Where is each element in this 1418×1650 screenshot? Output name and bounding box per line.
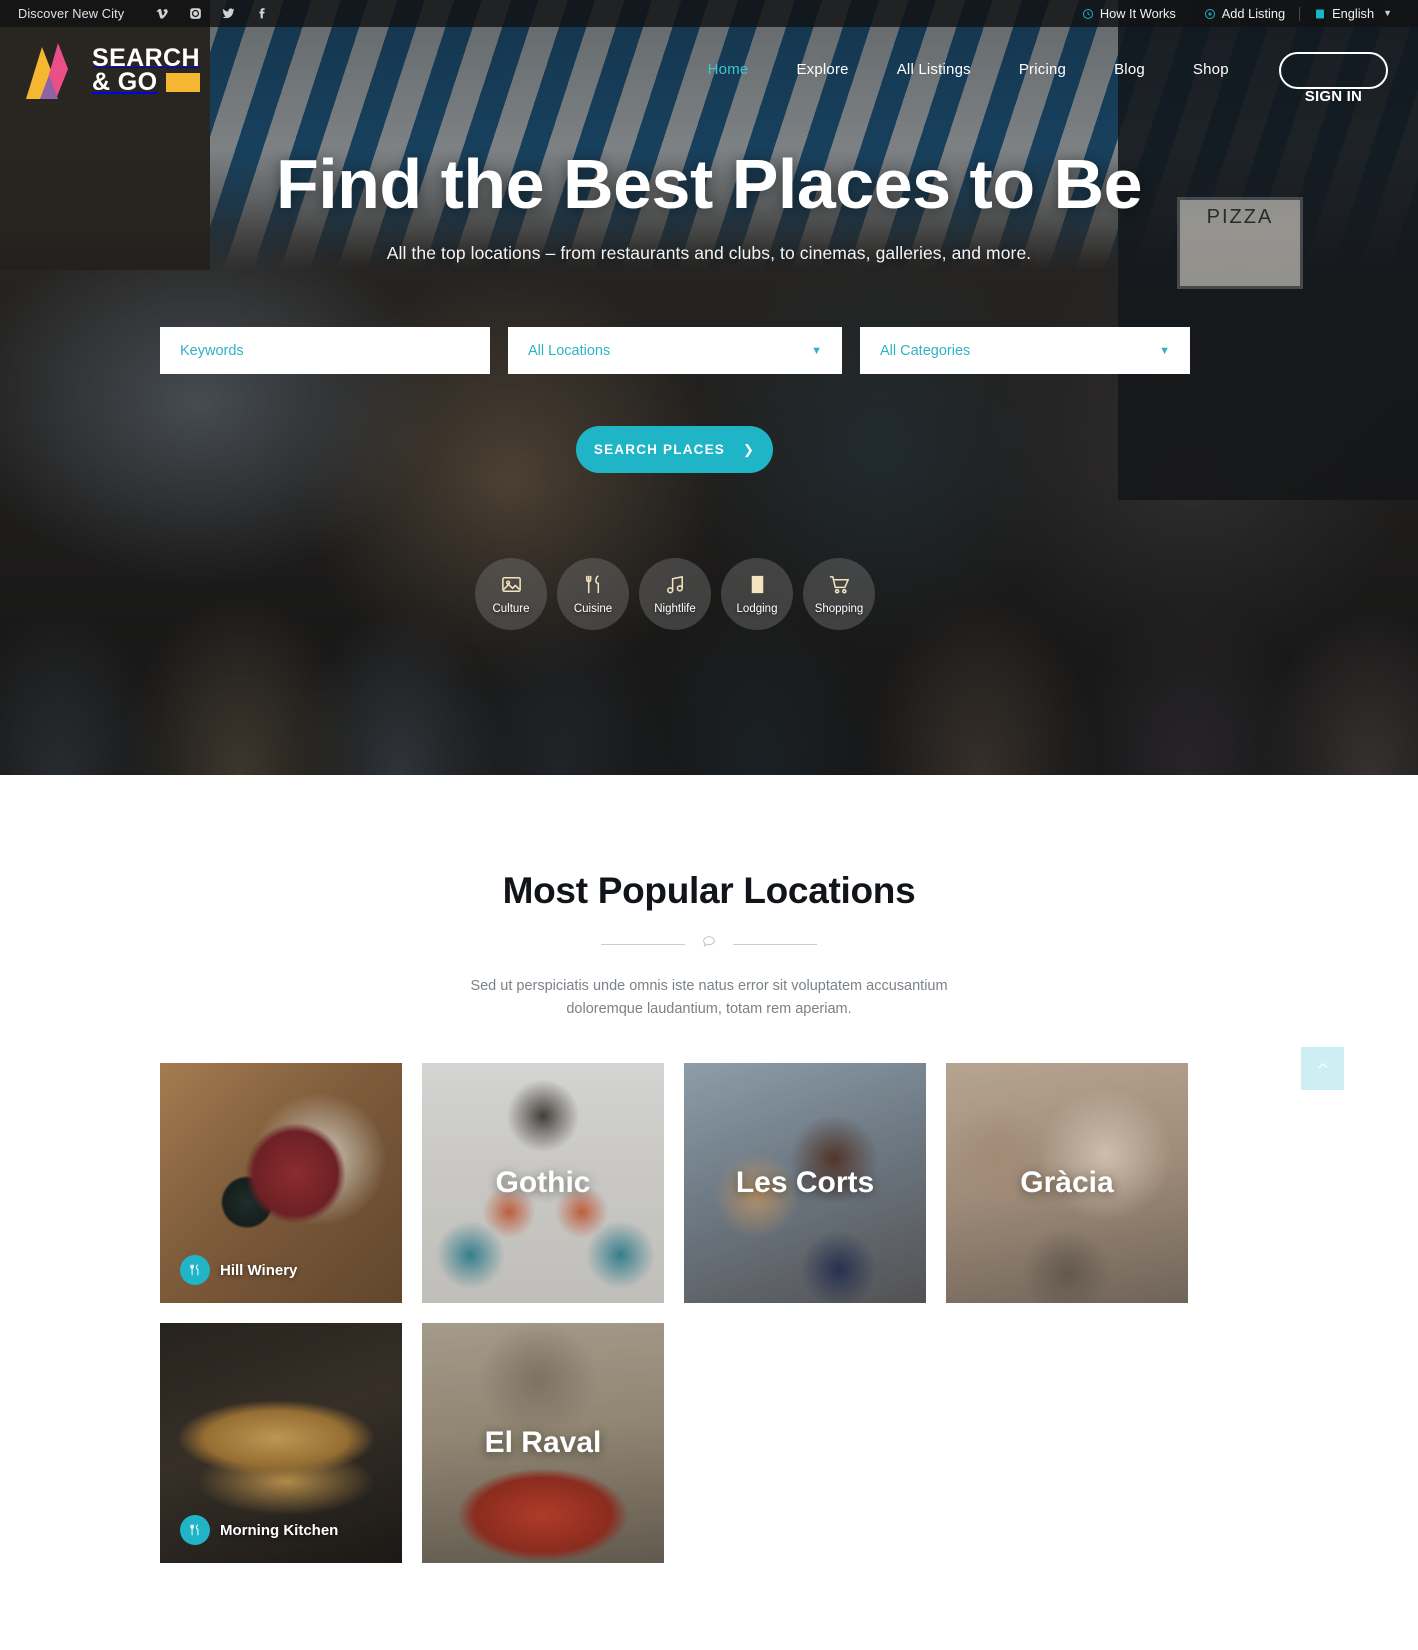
- instagram-icon[interactable]: [179, 0, 212, 27]
- flag-icon: [1314, 8, 1326, 20]
- nav-item-blog[interactable]: Blog: [1090, 27, 1169, 113]
- category-nightlife-label: Nightlife: [654, 603, 696, 615]
- card-title: Gràcia: [1020, 1166, 1114, 1200]
- categories-selected-label: All Categories: [880, 342, 971, 359]
- section-title: Most Popular Locations: [502, 870, 916, 911]
- plus-circle-icon: [1204, 8, 1216, 20]
- topbar-right-group: How It Works Add Listing English ▼: [1068, 0, 1418, 27]
- site-header: SEARCH & GO Home Explore All Listings Pr…: [0, 27, 1418, 113]
- clock-icon: [1082, 8, 1094, 20]
- category-lodging-label: Lodging: [736, 603, 778, 615]
- language-selector[interactable]: English ▼: [1300, 0, 1406, 27]
- logo-line-2: & GO: [92, 68, 200, 96]
- language-label: English: [1332, 6, 1375, 21]
- scroll-to-top-button[interactable]: [1301, 1047, 1344, 1090]
- twitter-icon[interactable]: [212, 0, 245, 27]
- divider-line-right: [733, 944, 817, 945]
- hero-content: Find the Best Places to Be All the top l…: [0, 0, 1418, 775]
- location-card-hill-winery[interactable]: Hill Winery: [160, 1063, 402, 1304]
- chevron-up-icon: [1316, 1059, 1330, 1078]
- category-lodging[interactable]: Lodging: [721, 558, 793, 630]
- category-shopping-label: Shopping: [814, 603, 864, 615]
- how-it-works-link[interactable]: How It Works: [1068, 0, 1190, 27]
- search-form: All Locations ▼ All Categories ▼: [160, 327, 1190, 374]
- main-navigation: Home Explore All Listings Pricing Blog S…: [684, 27, 1418, 113]
- site-tagline: Discover New City: [18, 6, 125, 21]
- locations-selected-label: All Locations: [528, 342, 611, 359]
- social-links: [146, 0, 278, 27]
- facebook-icon[interactable]: [245, 0, 278, 27]
- category-shopping[interactable]: Shopping: [803, 558, 875, 630]
- how-it-works-label: How It Works: [1099, 6, 1176, 21]
- category-culture[interactable]: Culture: [475, 558, 547, 630]
- category-shortcuts: Culture Cuisine Nightlife Lodging Shoppi…: [475, 558, 945, 630]
- category-culture-label: Culture: [492, 603, 530, 615]
- card-title: Morning Kitchen: [220, 1521, 339, 1539]
- logo-wordmark: SEARCH & GO: [92, 45, 200, 96]
- add-listing-label: Add Listing: [1221, 6, 1286, 21]
- add-listing-link[interactable]: Add Listing: [1190, 0, 1299, 27]
- card-title: Hill Winery: [220, 1261, 298, 1279]
- search-places-button[interactable]: SEARCH PLACES ❯: [576, 426, 773, 473]
- location-card-gothic[interactable]: Gothic: [422, 1063, 664, 1304]
- location-card-el-raval[interactable]: El Raval: [422, 1323, 664, 1564]
- card-badge: Morning Kitchen: [180, 1515, 339, 1546]
- categories-select[interactable]: All Categories ▼: [860, 327, 1190, 374]
- cutlery-icon: [582, 573, 605, 599]
- locations-grid: Hill Winery Gothic Les Corts Gràcia Morn…: [0, 1063, 1418, 1564]
- category-cuisine-label: Cuisine: [573, 603, 613, 615]
- keywords-field[interactable]: [160, 327, 490, 374]
- location-card-gracia[interactable]: Gràcia: [946, 1063, 1188, 1304]
- vimeo-icon[interactable]: [146, 0, 179, 27]
- cutlery-icon: [180, 1515, 210, 1546]
- top-utility-bar: Discover New City How It Works Add Listi…: [0, 0, 1418, 27]
- sign-in-button[interactable]: SIGN IN: [1278, 51, 1388, 105]
- logo-line-2-text: & GO: [92, 68, 158, 96]
- search-places-label: SEARCH PLACES: [593, 442, 726, 457]
- image-icon: [500, 573, 523, 599]
- cutlery-icon: [180, 1255, 210, 1286]
- search-input[interactable]: [180, 342, 470, 359]
- section-divider: [0, 934, 1418, 955]
- nav-item-pricing[interactable]: Pricing: [995, 27, 1090, 113]
- hero-section: PIZZA Discover New City: [0, 0, 1418, 775]
- popular-locations-section: Most Popular Locations Sed ut perspiciat…: [0, 775, 1418, 1564]
- chevron-down-icon: ▼: [1383, 8, 1392, 18]
- shopping-cart-icon: [828, 573, 851, 599]
- card-title: Les Corts: [735, 1166, 875, 1200]
- locations-select[interactable]: All Locations ▼: [508, 327, 842, 374]
- building-icon: [746, 573, 769, 599]
- speech-bubble-icon: [701, 934, 717, 955]
- card-title: Gothic: [495, 1166, 591, 1200]
- logo-mark-icon: [22, 39, 80, 101]
- music-note-icon: [664, 573, 687, 599]
- chevron-down-icon: ▼: [1159, 344, 1170, 357]
- section-subtitle-line-1: Sed ut perspiciatis unde omnis iste natu…: [470, 978, 948, 994]
- category-nightlife[interactable]: Nightlife: [639, 558, 711, 630]
- chevron-right-icon: ❯: [743, 441, 756, 457]
- card-badge: Hill Winery: [180, 1255, 298, 1286]
- card-title: El Raval: [484, 1426, 602, 1460]
- site-logo[interactable]: SEARCH & GO: [0, 39, 200, 101]
- location-card-les-corts[interactable]: Les Corts: [684, 1063, 926, 1304]
- divider-line-left: [601, 944, 685, 945]
- nav-item-home[interactable]: Home: [684, 27, 773, 113]
- chevron-down-icon: ▼: [811, 344, 822, 357]
- page-title: Find the Best Places to Be: [275, 145, 1143, 223]
- category-cuisine[interactable]: Cuisine: [557, 558, 629, 630]
- hero-subtitle: All the top locations – from restaurants…: [386, 243, 1032, 263]
- location-card-morning-kitchen[interactable]: Morning Kitchen: [160, 1323, 402, 1564]
- logo-accent-square: [165, 72, 200, 92]
- topbar-left-group: Discover New City: [0, 0, 278, 27]
- section-subtitle-line-2: doloremque laudantium, totam rem aperiam…: [566, 1001, 852, 1018]
- nav-item-explore[interactable]: Explore: [772, 27, 872, 113]
- nav-item-shop[interactable]: Shop: [1169, 27, 1253, 113]
- section-subtitle: Sed ut perspiciatis unde omnis iste natu…: [0, 975, 1418, 1021]
- nav-item-all-listings[interactable]: All Listings: [873, 27, 995, 113]
